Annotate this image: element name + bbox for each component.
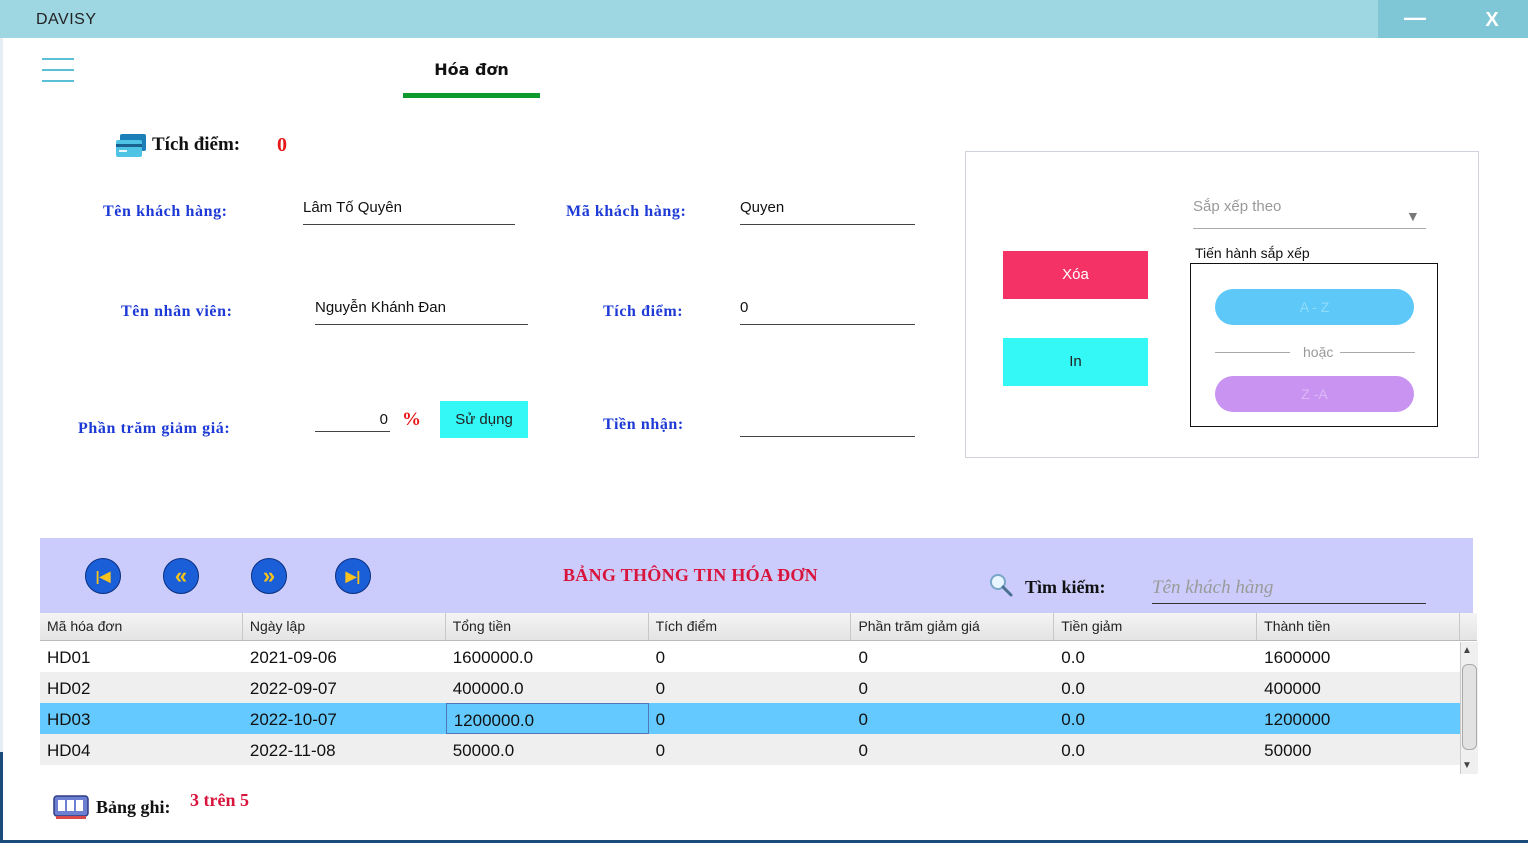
record-value: 3 trên 5 (190, 790, 249, 810)
table-cell[interactable]: 0.0 (1054, 734, 1257, 765)
next-page-icon[interactable]: » (251, 558, 287, 594)
search-input[interactable] (1152, 573, 1426, 604)
table-cell[interactable]: 1600000 (1257, 641, 1460, 672)
table-cell[interactable]: 0 (649, 641, 852, 672)
counter-icon (52, 794, 90, 820)
table-cell[interactable]: 0.0 (1054, 641, 1257, 672)
table-cell[interactable]: 1600000.0 (446, 641, 649, 672)
table-cell[interactable]: 2022-10-07 (243, 703, 446, 734)
or-label: hoặc (1303, 344, 1334, 360)
scroll-up-icon[interactable]: ▲ (1462, 645, 1472, 656)
table-cell[interactable]: 0.0 (1054, 672, 1257, 703)
table-row[interactable]: HD01 2021-09-06 1600000.0 0 0 0.0 160000… (40, 641, 1460, 672)
divider (1215, 352, 1290, 353)
employee-name-label: Tên nhân viên: (121, 303, 233, 320)
credit-card-icon (114, 132, 148, 160)
dropdown-arrow-icon[interactable]: ▼ (1406, 208, 1420, 224)
table-cell[interactable]: 50000.0 (446, 734, 649, 765)
table-row[interactable]: HD02 2022-09-07 400000.0 0 0 0.0 400000 (40, 672, 1460, 703)
invoice-table: Mã hóa đơn Ngày lập Tổng tiền Tích điểm … (40, 613, 1461, 765)
first-page-icon[interactable]: |◀ (85, 558, 121, 594)
table-cell[interactable]: 0 (851, 703, 1054, 734)
column-header[interactable]: Mã hóa đơn (40, 613, 243, 640)
print-button[interactable]: In (1003, 338, 1148, 386)
table-row[interactable]: HD04 2022-11-08 50000.0 0 0 0.0 50000 (40, 734, 1460, 765)
percent-sign: % (402, 409, 421, 430)
discount-label: Phần trăm giảm giá: (78, 420, 231, 437)
column-header[interactable]: Tiền giảm (1054, 613, 1258, 640)
customer-id-label: Mã khách hàng: (566, 203, 687, 220)
column-header[interactable]: Ngày lập (243, 613, 446, 640)
table-cell-focused[interactable]: 1200000.0 (445, 703, 649, 734)
table-header-row: Mã hóa đơn Ngày lập Tổng tiền Tích điểm … (40, 613, 1461, 641)
table-cell[interactable]: 2021-09-06 (243, 641, 446, 672)
column-header[interactable]: Thành tiền (1257, 613, 1461, 640)
table-cell[interactable]: 0 (649, 734, 852, 765)
window-left-edge (0, 38, 3, 843)
last-page-icon[interactable]: ▶| (335, 558, 371, 594)
customer-name-label: Tên khách hàng: (103, 203, 228, 220)
points-header-value: 0 (277, 134, 287, 156)
search-label: Tìm kiếm: (1025, 577, 1106, 597)
sort-az-button[interactable]: A - Z (1215, 289, 1414, 325)
window-controls (1378, 0, 1528, 38)
table-cell[interactable]: HD01 (40, 641, 243, 672)
points-label: Tích điểm: (603, 303, 684, 320)
hamburger-menu-icon[interactable] (42, 58, 74, 84)
app-title: DAVISY (36, 11, 97, 28)
table-cell[interactable]: 50000 (1257, 734, 1460, 765)
window-left-accent (0, 752, 3, 842)
received-field[interactable] (740, 410, 915, 437)
received-label: Tiền nhận: (603, 416, 684, 433)
apply-discount-button[interactable]: Sử dụng (440, 401, 528, 438)
points-header-label: Tích điểm: (152, 134, 241, 155)
table-cell[interactable]: 0 (649, 672, 852, 703)
table-title: BẢNG THÔNG TIN HÓA ĐƠN (563, 565, 818, 585)
sort-za-button[interactable]: Z -A (1215, 376, 1414, 412)
table-cell[interactable]: 0 (851, 641, 1054, 672)
record-label: Bảng ghi: (96, 797, 171, 817)
close-button[interactable]: X (1480, 8, 1504, 32)
sort-select[interactable]: Sắp xếp theo (1193, 198, 1426, 229)
points-field[interactable]: 0 (740, 298, 915, 325)
table-cell[interactable]: 2022-11-08 (243, 734, 446, 765)
customer-name-field[interactable]: Lâm Tố Quyên (303, 198, 515, 225)
table-cell[interactable]: 0.0 (1054, 703, 1257, 734)
minimize-button[interactable]: — (1404, 7, 1426, 30)
table-cell[interactable]: 0 (851, 672, 1054, 703)
table-cell[interactable]: 400000.0 (446, 672, 649, 703)
table-cell[interactable]: 2022-09-07 (243, 672, 446, 703)
employee-name-field[interactable]: Nguyễn Khánh Đan (315, 298, 528, 325)
table-cell[interactable]: HD04 (40, 734, 243, 765)
scrollbar-thumb[interactable] (1462, 664, 1477, 750)
discount-field[interactable]: 0 (315, 410, 390, 432)
title-bar (0, 0, 1528, 38)
previous-page-icon[interactable]: « (163, 558, 199, 594)
sort-group-label: Tiến hành sắp xếp (1195, 245, 1312, 261)
delete-button[interactable]: Xóa (1003, 251, 1148, 299)
table-cell[interactable]: HD03 (40, 703, 243, 734)
column-header[interactable]: Tổng tiền (446, 613, 649, 640)
scroll-down-icon[interactable]: ▼ (1462, 760, 1472, 771)
table-cell[interactable]: HD02 (40, 672, 243, 703)
customer-id-field[interactable]: Quyen (740, 198, 915, 225)
column-header[interactable]: Phần trăm giảm giá (851, 613, 1055, 640)
table-cell[interactable]: 0 (851, 734, 1054, 765)
tab-active-indicator (403, 93, 540, 98)
table-cell[interactable]: 400000 (1257, 672, 1460, 703)
divider (1340, 352, 1415, 353)
search-icon (988, 572, 1014, 598)
table-cell[interactable]: 1200000 (1257, 703, 1460, 734)
table-header-corner (1460, 613, 1477, 641)
table-row-selected[interactable]: HD03 2022-10-07 1200000.0 0 0 0.0 120000… (40, 703, 1460, 734)
table-cell[interactable]: 0 (649, 703, 852, 734)
column-header[interactable]: Tích điểm (649, 613, 852, 640)
